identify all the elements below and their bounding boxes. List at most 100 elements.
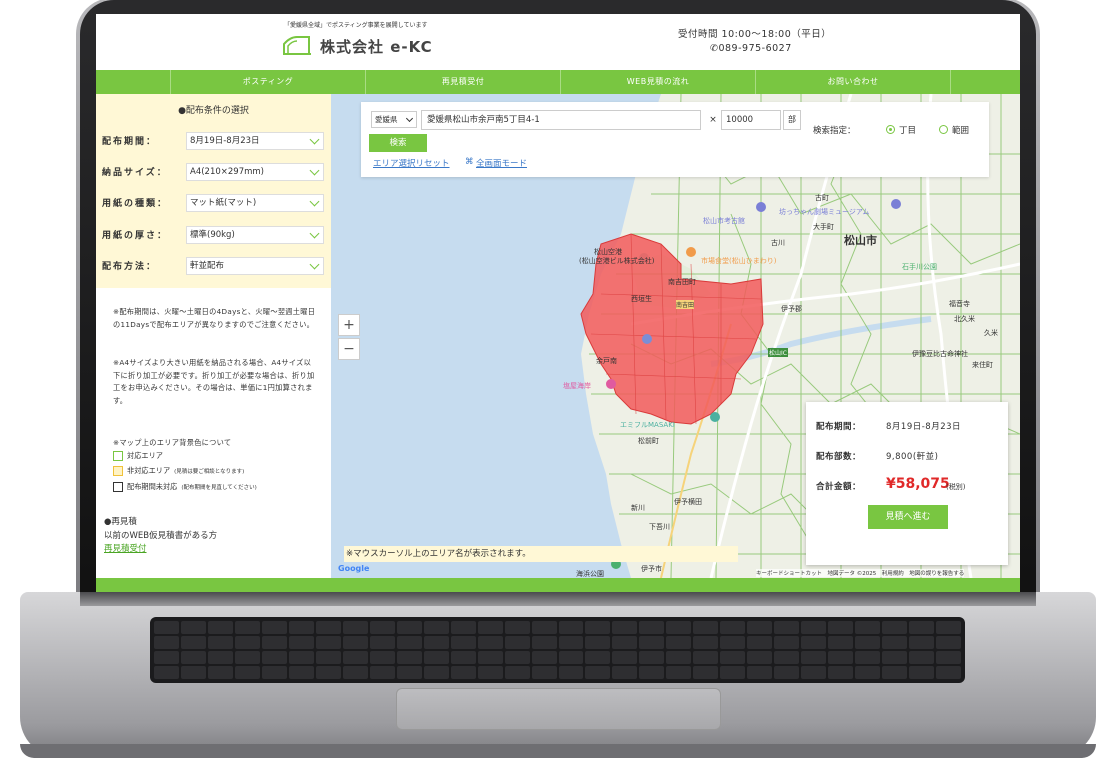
keyboard-key: [585, 666, 611, 679]
chevron-down-icon: [309, 259, 320, 270]
keyboard-key: [261, 621, 287, 634]
keyboard-key: [504, 636, 530, 649]
keyboard-key: [855, 636, 881, 649]
quantity-input[interactable]: 10000: [721, 110, 781, 130]
keyboard-key: [666, 666, 692, 679]
keyboard-key: [531, 636, 557, 649]
address-input[interactable]: 愛媛県松山市余戸南5丁目4-1: [421, 110, 701, 130]
fullscreen-icon[interactable]: ⌘: [465, 157, 474, 167]
keyboard-key: [315, 636, 341, 649]
keyboard-key: [558, 636, 584, 649]
phone-text: 089-975-6027: [718, 43, 792, 54]
keyboard-key: [909, 636, 935, 649]
keyboard-key: [585, 621, 611, 634]
search-button[interactable]: 検索: [369, 134, 427, 152]
keyboard-key: [855, 651, 881, 664]
legend-label: 非対応エリア: [127, 466, 171, 475]
chevron-down-icon: [309, 196, 320, 207]
keyboard-key: [774, 621, 800, 634]
company-name[interactable]: 株式会社 e-KC: [320, 36, 433, 57]
keyboard-key: [288, 636, 314, 649]
keyboard-key: [720, 636, 746, 649]
nav-web-flow[interactable]: WEB見積の流れ: [560, 70, 755, 94]
thickness-select[interactable]: 標準(90kg): [186, 226, 324, 244]
map-label-minamiyoshida: 南吉田町: [668, 278, 696, 286]
zoom-out-button[interactable]: −: [338, 338, 360, 360]
keyboard-key: [180, 636, 206, 649]
chevron-down-icon: [405, 114, 414, 123]
re-estimate-link[interactable]: 再見積受付: [104, 543, 217, 557]
legend-item-unsupported: 非対応エリア (見積は要ご相談となります): [113, 466, 244, 476]
keyboard-key: [342, 651, 368, 664]
keyboard-key: [423, 636, 449, 649]
info-count-label: 配布部数：: [816, 452, 862, 462]
size-select[interactable]: A4(210×297mm): [186, 163, 324, 181]
map-label-botchan: 坊っちゃん劇場ミュージアム: [779, 208, 870, 216]
keyboard-key: [693, 651, 719, 664]
keyboard-key: [207, 651, 233, 664]
keyboard-key: [666, 621, 692, 634]
legend-swatch: [113, 482, 123, 492]
nav-posting[interactable]: ポスティング: [170, 70, 365, 94]
proceed-estimate-button[interactable]: 見積へ進む: [868, 505, 948, 529]
house-logo-icon[interactable]: [282, 36, 312, 56]
keyboard-key: [909, 666, 935, 679]
keyboard-key: [585, 651, 611, 664]
phone-number[interactable]: ✆089-975-6027: [710, 43, 792, 54]
zoom-in-button[interactable]: +: [338, 314, 360, 336]
map-label-iyogun: 伊予郡: [781, 305, 802, 313]
info-total-label: 合計金額：: [816, 482, 862, 492]
keyboard-key: [909, 651, 935, 664]
area-reset-link[interactable]: エリア選択リセット: [373, 157, 450, 169]
period-value: 8月19日-8月23日: [190, 136, 260, 146]
map-attribution[interactable]: キーボードショートカット 地図データ ©2025 利用規約 地図の誤りを報告する: [756, 569, 965, 577]
period-select[interactable]: 8月19日-8月23日: [186, 132, 324, 150]
nav-spacer-right: [950, 70, 1020, 94]
keyboard-key: [720, 666, 746, 679]
radio-range-label[interactable]: 範囲: [952, 124, 969, 136]
legend-label: 配布期間未対応: [127, 482, 178, 491]
size-value: A4(210×297mm): [190, 167, 264, 177]
map-label-minamiyoshida-2: 南吉田: [676, 300, 695, 309]
method-value: 軒並配布: [190, 261, 225, 271]
map-label-yogo-minami: 余戸南: [596, 357, 617, 365]
paper-type-label: 用紙の種類：: [102, 199, 169, 209]
clear-address-button[interactable]: ×: [706, 110, 720, 130]
keyboard-key: [288, 621, 314, 634]
map-label-kume: 久米: [984, 329, 998, 337]
keyboard-key: [342, 621, 368, 634]
keyboard-key: [423, 621, 449, 634]
keyboard-key: [396, 666, 422, 679]
map-label-kaihin: 海浜公園: [576, 570, 604, 578]
map-label-shimoagawa: 下吾川: [649, 523, 670, 531]
keyboard-key: [585, 636, 611, 649]
keyboard-key: [315, 651, 341, 664]
keyboard-key: [342, 666, 368, 679]
legend-item-period-unsupported: 配布期間未対応 (配布期間を見直してください): [113, 482, 257, 492]
keyboard-key: [558, 666, 584, 679]
keyboard-key: [423, 651, 449, 664]
keyboard-key: [396, 621, 422, 634]
fullscreen-link[interactable]: 全画面モード: [476, 157, 527, 169]
radio-chome-label[interactable]: 丁目: [899, 124, 916, 136]
nav-contact[interactable]: お問い合わせ: [755, 70, 950, 94]
keyboard-key: [720, 621, 746, 634]
prefecture-select[interactable]: 愛媛県: [371, 111, 417, 128]
method-select[interactable]: 軒並配布: [186, 257, 324, 275]
keyboard-key: [234, 621, 260, 634]
keyboard-key: [261, 636, 287, 649]
radio-range[interactable]: [939, 125, 948, 134]
keyboard-key: [801, 666, 827, 679]
map-label-emifull: エミフルMASAKI: [620, 421, 675, 429]
map-label-ic: 松山IC: [768, 348, 788, 357]
nav-re-estimate[interactable]: 再見積受付: [365, 70, 560, 94]
thickness-value: 標準(90kg): [190, 230, 235, 240]
business-hours: 受付時間 10:00〜18:00（平日）: [678, 29, 832, 40]
paper-type-select[interactable]: マット紙(マット): [186, 194, 324, 212]
keyboard-key: [261, 651, 287, 664]
keyboard-key: [801, 636, 827, 649]
keyboard-key: [828, 666, 854, 679]
radio-chome[interactable]: [886, 125, 895, 134]
keyboard-key: [666, 636, 692, 649]
conditions-title: ●配布条件の選択: [178, 106, 249, 116]
